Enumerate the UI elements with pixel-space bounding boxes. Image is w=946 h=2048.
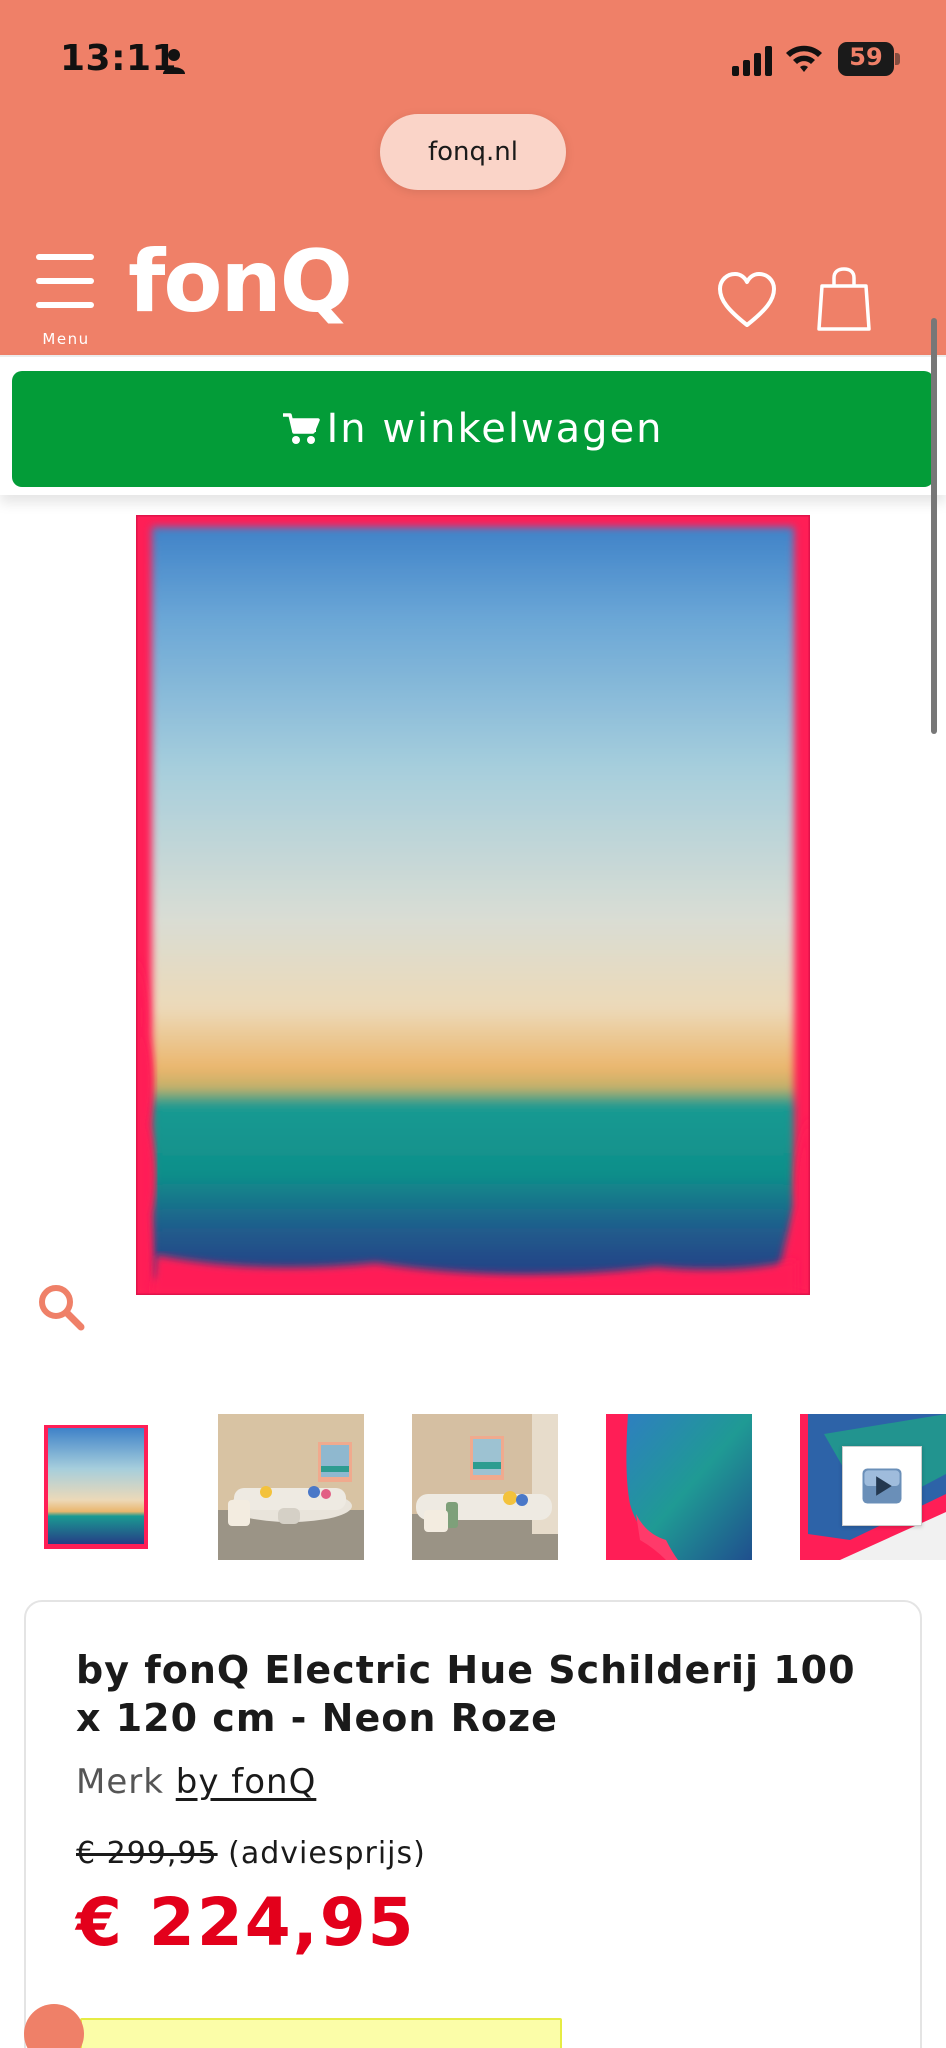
heart-icon[interactable] bbox=[716, 270, 778, 332]
menu-icon bbox=[36, 254, 94, 260]
battery-percent: 59 bbox=[849, 43, 883, 71]
shopping-bag-icon[interactable] bbox=[816, 266, 872, 332]
sticky-cart-bar: In winkelwagen bbox=[0, 355, 946, 495]
thumbnail-detail-closeup[interactable] bbox=[606, 1414, 752, 1560]
page-scrollbar[interactable] bbox=[931, 318, 937, 734]
person-icon bbox=[163, 49, 185, 74]
battery-icon: 59 bbox=[838, 42, 900, 76]
status-bar: 13:11 59 bbox=[0, 0, 946, 110]
product-info-card: by fonQ Electric Hue Schilderij 100 x 12… bbox=[24, 1600, 922, 2048]
brand-label: Merk bbox=[76, 1762, 164, 1802]
product-main-image[interactable] bbox=[136, 515, 810, 1295]
thumbnail-living-room-2[interactable] bbox=[412, 1414, 558, 1560]
brand-link[interactable]: by fonQ bbox=[176, 1762, 317, 1802]
thumbnail-living-room-1[interactable] bbox=[218, 1414, 364, 1560]
search-icon[interactable] bbox=[36, 1282, 86, 1332]
wifi-icon bbox=[786, 45, 822, 72]
thumbnail-painting-front[interactable] bbox=[44, 1414, 190, 1560]
add-to-cart-button[interactable]: In winkelwagen bbox=[12, 371, 934, 487]
old-price-note: (adviesprijs) bbox=[228, 1836, 426, 1871]
product-title: by fonQ Electric Hue Schilderij 100 x 12… bbox=[76, 1648, 856, 1740]
status-time: 13:11 bbox=[60, 38, 178, 79]
product-brand: Merk by fonQ bbox=[76, 1762, 316, 1802]
cart-icon bbox=[283, 413, 321, 444]
menu-label: Menu bbox=[42, 330, 90, 348]
current-price: € 224,95 bbox=[76, 1884, 416, 1961]
old-price: € 299,95 bbox=[76, 1836, 218, 1871]
url-bar[interactable]: fonq.nl bbox=[380, 114, 566, 190]
cellular-signal-icon bbox=[732, 46, 772, 76]
promo-banner[interactable] bbox=[80, 2018, 562, 2048]
fonq-logo[interactable]: fonQ bbox=[128, 232, 353, 332]
top-header-area: 13:11 59 fonq.nl Menu fonQ bbox=[0, 0, 946, 355]
add-to-cart-label: In winkelwagen bbox=[326, 406, 664, 452]
thumbnail-strip bbox=[0, 1414, 946, 1560]
play-icon[interactable] bbox=[842, 1446, 922, 1526]
menu-button[interactable]: Menu bbox=[34, 254, 98, 350]
old-price-row: € 299,95 (adviesprijs) bbox=[76, 1836, 426, 1871]
